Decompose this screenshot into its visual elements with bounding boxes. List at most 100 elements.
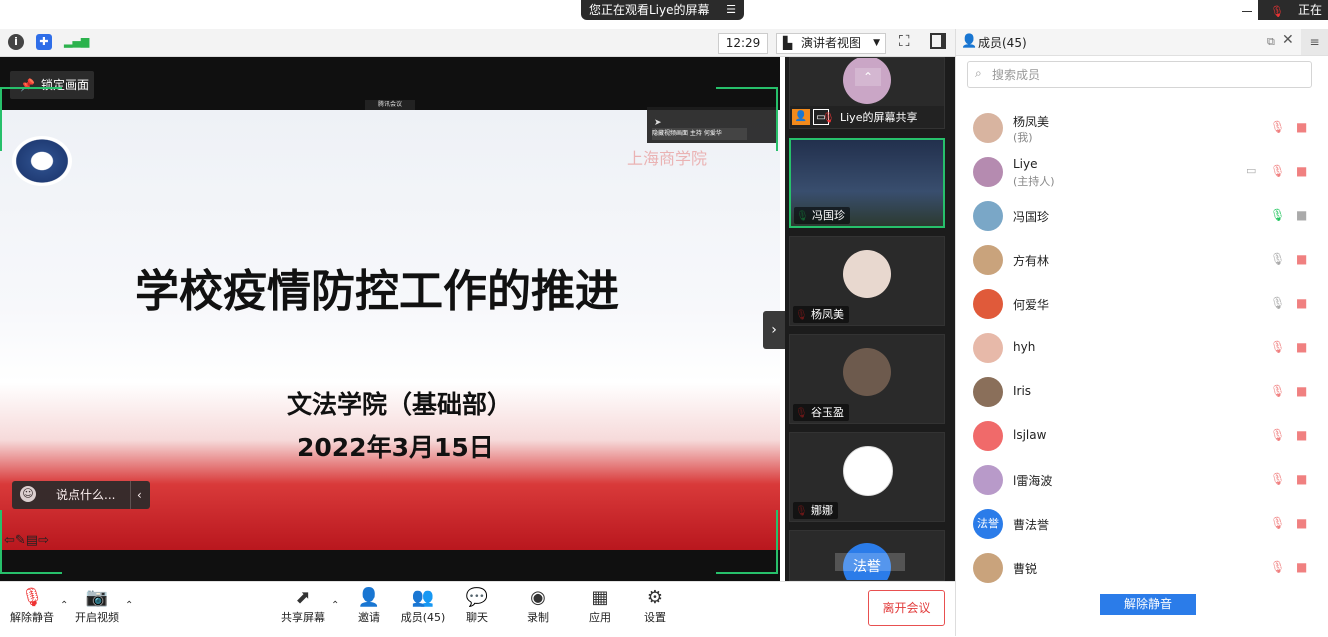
mic-icon[interactable]: 🎙 xyxy=(1270,252,1285,266)
mic-muted-icon[interactable]: 🎙 xyxy=(1270,384,1285,398)
camera-off-icon[interactable]: ■ xyxy=(1296,340,1307,354)
apps-icon: ▦ xyxy=(591,587,609,608)
chat-button[interactable]: 💬 聊天 xyxy=(458,586,496,631)
mic-muted-icon[interactable]: 🎙 xyxy=(1270,164,1285,178)
member-row[interactable]: 杨凤美 (我) 🎙 ■ xyxy=(956,106,1316,150)
member-row[interactable]: Liye (主持人) ▭ 🎙 ■ xyxy=(956,150,1316,194)
start-video-button[interactable]: 📷 开启视频 xyxy=(72,586,122,631)
chevron-left-icon[interactable]: ‹ xyxy=(130,481,142,509)
view-mode-dropdown[interactable]: ▙ 演讲者视图 ▼ xyxy=(776,33,886,54)
close-icon[interactable]: ✕ xyxy=(1282,32,1294,48)
camera-off-icon[interactable]: ■ xyxy=(1296,296,1307,310)
mic-muted-icon[interactable]: 🎙 xyxy=(1270,428,1285,442)
leave-meeting-button[interactable]: 离开会议 xyxy=(868,590,945,626)
member-row[interactable]: 曹锐 🎙 ■ xyxy=(956,546,1316,590)
share-screen-button[interactable]: ⬈ 共享屏幕 xyxy=(278,586,328,631)
thumb-label: 娜娜 xyxy=(793,502,838,519)
collapse-thumbs-button[interactable]: › xyxy=(763,311,785,349)
quick-chat-box[interactable]: ☺ 说点什么... ‹ xyxy=(12,481,150,509)
info-icon[interactable]: i xyxy=(8,34,24,50)
thumb-gu-yuying[interactable]: 🎙 谷玉盈 xyxy=(789,334,945,424)
unmute-all-button[interactable]: 解除静音 xyxy=(1100,594,1196,615)
camera-off-icon[interactable]: ■ xyxy=(1296,208,1307,222)
camera-off-icon[interactable]: ■ xyxy=(1296,164,1307,178)
member-row[interactable]: 方有林 🎙 ■ xyxy=(956,238,1316,282)
member-row[interactable]: hyh 🎙 ■ xyxy=(956,326,1316,370)
apps-label: 应用 xyxy=(589,611,611,624)
tencent-meeting-chip: 腾讯会议 xyxy=(365,100,415,110)
member-row[interactable]: Iris 🎙 ■ xyxy=(956,370,1316,414)
focus-corner-bottom-right xyxy=(716,510,778,574)
camera-off-icon[interactable]: ■ xyxy=(1296,560,1307,574)
thumb-yang-fengmei[interactable]: 🎙 杨凤美 xyxy=(789,236,945,326)
chevron-down-icon: ▼ xyxy=(873,38,880,48)
chevron-down-icon[interactable]: ⌄ xyxy=(835,553,905,571)
camera-off-icon[interactable]: ■ xyxy=(1296,472,1307,486)
avatar xyxy=(973,553,1003,583)
record-button[interactable]: ◉ 录制 xyxy=(519,586,557,631)
search-icon: ⌕ xyxy=(975,66,982,80)
member-name: 杨凤美 xyxy=(1013,115,1050,129)
slide-subtitle: 文法学院（基础部） xyxy=(287,390,513,419)
list-icon[interactable]: ☰ xyxy=(726,0,736,20)
chevron-up-icon[interactable]: ⌃ xyxy=(855,68,881,86)
speaking-text: 正在 xyxy=(1298,3,1323,17)
invite-button[interactable]: 👤 邀请 xyxy=(350,586,388,631)
avatar xyxy=(973,245,1003,275)
avatar xyxy=(973,333,1003,363)
member-name: l雷海波 xyxy=(1013,474,1053,488)
mic-muted-icon[interactable]: 🎙 xyxy=(1270,516,1285,530)
members-button[interactable]: 👥 成员(45) xyxy=(398,586,448,631)
fullscreen-icon[interactable]: ⛶ xyxy=(899,33,915,49)
signal-icon[interactable]: ▂▄▆ xyxy=(64,34,89,50)
camera-off-icon[interactable]: ■ xyxy=(1296,120,1307,134)
avatar xyxy=(843,348,891,396)
minimize-icon[interactable] xyxy=(1240,3,1254,15)
thumb-nana[interactable]: 🎙 娜娜 xyxy=(789,432,945,522)
member-row[interactable]: lsjlaw 🎙 ■ xyxy=(956,414,1316,458)
camera-off-icon[interactable]: ■ xyxy=(1296,516,1307,530)
mic-muted-icon[interactable]: 🎙 xyxy=(1270,560,1285,574)
invite-label: 邀请 xyxy=(358,611,380,624)
member-row[interactable]: 何爱华 🎙 ■ xyxy=(956,282,1316,326)
member-name: 冯国珍 xyxy=(1013,210,1050,224)
screen-share-icon: ▭ xyxy=(1246,164,1257,177)
chat-icon: 💬 xyxy=(465,587,489,608)
add-user-icon: 👤 xyxy=(357,587,381,608)
member-row[interactable]: l雷海波 🎙 ■ xyxy=(956,458,1316,502)
mic-muted-icon: 🎙 xyxy=(822,113,835,124)
camera-off-icon[interactable]: ■ xyxy=(1296,384,1307,398)
menu-icon[interactable]: ≡ xyxy=(1301,29,1328,55)
avatar xyxy=(973,289,1003,319)
mic-muted-icon[interactable]: 🎙 xyxy=(1270,472,1285,486)
layout-toggle-icon[interactable] xyxy=(930,33,946,49)
thumb-label: 冯国珍 xyxy=(794,207,850,224)
member-row[interactable]: 法誉 曹法誉 🎙 ■ xyxy=(956,502,1316,546)
member-row[interactable]: 冯国珍 🎙 ■ xyxy=(956,194,1316,238)
thumb-feng-guozhen[interactable]: 🎙 冯国珍 xyxy=(789,138,945,228)
camera-off-icon[interactable]: ■ xyxy=(1296,428,1307,442)
chevron-up-icon[interactable]: ⌃ xyxy=(60,600,68,611)
share-screen-icon: ⬈ xyxy=(295,587,311,608)
member-role: (我) xyxy=(1013,131,1033,144)
emoji-icon[interactable]: ☺ xyxy=(20,486,36,502)
chevron-up-icon[interactable]: ⌃ xyxy=(125,600,133,611)
unmute-button[interactable]: 🎙 解除静音 xyxy=(8,586,56,631)
unmute-label: 解除静音 xyxy=(10,611,54,624)
member-search-input[interactable] xyxy=(990,62,1304,87)
shield-icon[interactable]: ✚ xyxy=(36,34,52,50)
watching-banner[interactable]: 您正在观看Liye的屏幕 ☰ xyxy=(581,0,744,20)
popout-icon[interactable]: ⧉ xyxy=(1267,35,1275,49)
mic-active-icon[interactable]: 🎙 xyxy=(1270,208,1285,222)
focus-corner-bottom-left xyxy=(0,510,62,574)
mic-icon[interactable]: 🎙 xyxy=(1270,296,1285,310)
mic-muted-icon[interactable]: 🎙 xyxy=(1270,120,1285,134)
cursor-icon: ➤ xyxy=(654,118,662,128)
apps-button[interactable]: ▦ 应用 xyxy=(581,586,619,631)
camera-off-icon[interactable]: ■ xyxy=(1296,252,1307,266)
mic-muted-icon[interactable]: 🎙 xyxy=(1270,340,1285,354)
chevron-up-icon[interactable]: ⌃ xyxy=(331,600,339,611)
members-label: 成员(45) xyxy=(400,611,446,624)
settings-button[interactable]: ⚙ 设置 xyxy=(636,586,674,631)
gear-icon: ⚙ xyxy=(646,587,664,608)
